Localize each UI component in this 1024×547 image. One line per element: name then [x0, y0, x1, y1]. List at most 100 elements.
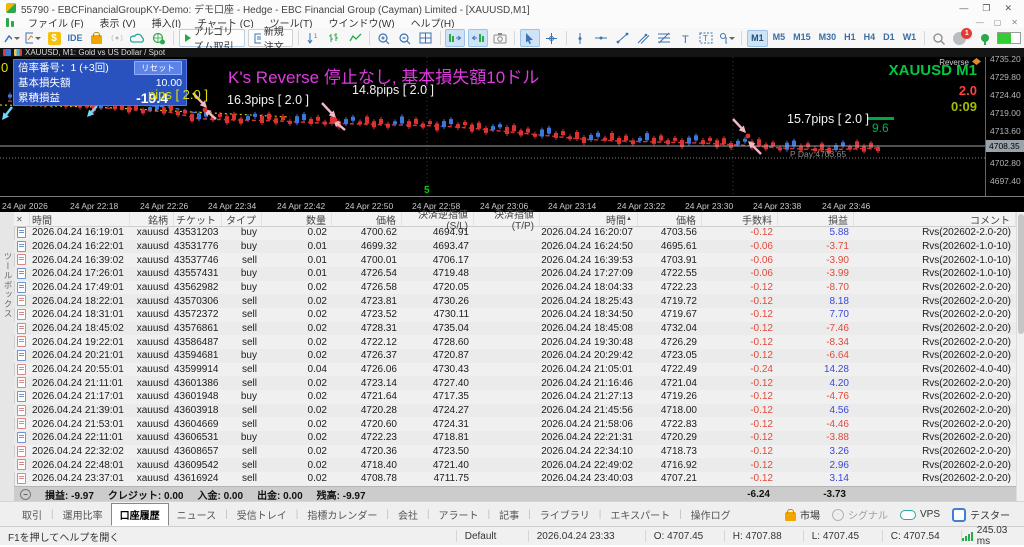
chart-shift-icon[interactable] [468, 29, 488, 47]
timeframe-d1[interactable]: D1 [880, 30, 898, 45]
tray-vps[interactable]: VPS [900, 509, 940, 520]
table-row[interactable]: 2026.04.24 21:11:01xauusd43601386sell0.0… [14, 376, 1016, 390]
shapes-tool-icon[interactable] [718, 30, 736, 46]
signals-icon[interactable] [108, 30, 126, 46]
tab-8[interactable]: 記事 [491, 504, 527, 525]
tab-0[interactable]: 取引 [14, 504, 50, 525]
fibonacci-tool-icon[interactable] [655, 30, 673, 46]
tab-2[interactable]: 口座履歴 [111, 503, 169, 526]
vps-cloud-icon[interactable] [129, 30, 147, 46]
zoom-in-icon[interactable] [375, 30, 393, 46]
price-axis[interactable]: 4735.204729.804724.404719.004713.604702.… [985, 57, 1024, 196]
tab-3[interactable]: ニュース [169, 504, 225, 525]
timeframe-m30[interactable]: M30 [816, 30, 840, 45]
tab-4[interactable]: 受信トレイ [229, 504, 295, 525]
table-row[interactable]: 2026.04.24 21:39:01xauusd43603918sell0.0… [14, 404, 1016, 418]
column-header-2[interactable]: 銘柄 [130, 212, 174, 226]
tab-1[interactable]: 運用比率 [55, 504, 111, 525]
horizontal-line-tool-icon[interactable] [592, 30, 610, 46]
column-header-3[interactable]: チケット [174, 212, 222, 226]
mdi-restore-button[interactable]: ▢ [994, 18, 1002, 27]
table-row[interactable]: 2026.04.24 17:26:01xauusd43557431buy0.01… [14, 267, 1016, 281]
notifications-icon[interactable]: 1 [951, 30, 969, 46]
toolbox-close-button[interactable]: ✕ [16, 215, 23, 224]
zoom-out-icon[interactable] [396, 30, 414, 46]
community-icon[interactable] [150, 30, 168, 46]
tray-market[interactable]: 市場 [785, 507, 820, 522]
chart-shift-end-icon[interactable] [445, 29, 465, 47]
chart-profile-icon[interactable] [3, 30, 21, 46]
table-row[interactable]: 2026.04.24 22:11:01xauusd43606531buy0.02… [14, 431, 1016, 445]
accounts-icon[interactable]: $ [45, 30, 63, 46]
column-header-6[interactable]: 価格 [332, 212, 402, 226]
table-row[interactable]: 2026.04.24 17:49:01xauusd43562982buy0.02… [14, 281, 1016, 295]
tab-7[interactable]: アラート [431, 504, 487, 525]
chart-window-icon[interactable] [24, 30, 42, 46]
minimize-button[interactable]: — [959, 3, 968, 14]
timeframe-m15[interactable]: M15 [790, 30, 814, 45]
tab-10[interactable]: エキスパート [602, 504, 678, 525]
column-header-7[interactable]: 決済逆指値(S/L) [402, 212, 474, 226]
tray-signal[interactable]: ◦シグナル [832, 507, 888, 522]
collapse-icon[interactable]: − [20, 489, 31, 500]
table-row[interactable]: 2026.04.24 22:48:01xauusd43609542sell0.0… [14, 458, 1016, 472]
tab-6[interactable]: 会社 [390, 504, 426, 525]
reset-button[interactable]: リセット [134, 61, 182, 75]
table-scrollbar[interactable] [1016, 212, 1024, 501]
table-row[interactable]: 2026.04.24 16:39:02xauusd43537746sell0.0… [14, 253, 1016, 267]
tick-chart-icon[interactable]: 1 [304, 30, 322, 46]
search-icon[interactable] [930, 30, 948, 46]
chart-plot-area[interactable]: 倍率番号：1 (+3回) リセット 基本損失額 10.00 累積損益 -19.4… [0, 57, 985, 196]
table-row[interactable]: 2026.04.24 20:21:01xauusd43594681buy0.02… [14, 349, 1016, 363]
tray-tester[interactable]: テスター [952, 507, 1010, 522]
chart-tab-title[interactable]: XAUUSD, M1: Gold vs US Dollar / Spot [25, 48, 165, 57]
vertical-line-tool-icon[interactable] [571, 30, 589, 46]
ide-button[interactable]: IDE [66, 30, 84, 46]
tab-5[interactable]: 指標カレンダー [299, 504, 385, 525]
mdi-close-button[interactable]: ✕ [1011, 18, 1018, 27]
table-row[interactable]: 2026.04.24 23:37:01xauusd43616924sell0.0… [14, 472, 1016, 486]
column-header-12[interactable]: 損益 [778, 212, 854, 226]
market-icon[interactable] [87, 30, 105, 46]
column-header-0[interactable]: ✕ [14, 212, 30, 226]
text-tool-icon[interactable]: T [676, 30, 694, 46]
table-row[interactable]: 2026.04.24 18:22:01xauusd43570306sell0.0… [14, 294, 1016, 308]
cursor-icon[interactable] [520, 29, 540, 47]
column-header-5[interactable]: 数量 [262, 212, 332, 226]
tab-9[interactable]: ライブラリ [532, 504, 598, 525]
close-button[interactable]: ✕ [1004, 3, 1012, 14]
tab-11[interactable]: 操作ログ [683, 504, 739, 525]
column-header-9[interactable]: 時間 ▲ [540, 212, 638, 226]
screenshot-camera-icon[interactable] [491, 30, 509, 46]
bar-chart-icon[interactable] [325, 30, 343, 46]
new-order-button[interactable]: 新規注文 [248, 29, 293, 47]
table-row[interactable]: 2026.04.24 19:22:01xauusd43586487sell0.0… [14, 335, 1016, 349]
column-header-10[interactable]: 価格 [638, 212, 702, 226]
column-header-8[interactable]: 決済指値(T/P) [474, 212, 540, 226]
trendline-tool-icon[interactable] [613, 30, 631, 46]
table-row[interactable]: 2026.04.24 18:31:01xauusd43572372sell0.0… [14, 308, 1016, 322]
channel-tool-icon[interactable] [634, 30, 652, 46]
line-chart-icon[interactable] [346, 30, 364, 46]
timeframe-m1[interactable]: M1 [747, 30, 768, 47]
table-row[interactable]: 2026.04.24 16:22:01xauusd43531776buy0.01… [14, 240, 1016, 254]
table-row[interactable]: 2026.04.24 20:55:01xauusd43599914sell0.0… [14, 363, 1016, 377]
table-row[interactable]: 2026.04.24 18:45:02xauusd43576861sell0.0… [14, 322, 1016, 336]
timeframe-m5[interactable]: M5 [770, 30, 789, 45]
maximize-button[interactable]: ❐ [982, 3, 990, 14]
table-row[interactable]: 2026.04.24 16:19:01xauusd43531203buy0.02… [14, 226, 1016, 240]
mdi-minimize-button[interactable]: — [976, 18, 984, 27]
column-header-1[interactable]: 時間 [30, 212, 130, 226]
table-row[interactable]: 2026.04.24 22:32:02xauusd43608657sell0.0… [14, 445, 1016, 459]
table-row[interactable]: 2026.04.24 21:17:01xauusd43601948buy0.02… [14, 390, 1016, 404]
column-header-13[interactable]: コメント [854, 212, 1016, 226]
crosshair-icon[interactable] [543, 30, 561, 46]
tile-windows-icon[interactable] [417, 30, 435, 46]
timeframe-h4[interactable]: H4 [861, 30, 879, 45]
table-row[interactable]: 2026.04.24 21:53:01xauusd43604669sell0.0… [14, 417, 1016, 431]
column-header-11[interactable]: 手数料 [702, 212, 778, 226]
level-pin-icon[interactable] [976, 30, 994, 46]
column-header-4[interactable]: タイプ [222, 212, 262, 226]
timeframe-h1[interactable]: H1 [841, 30, 859, 45]
algo-trading-button[interactable]: アルゴリズム取引 [179, 29, 246, 47]
